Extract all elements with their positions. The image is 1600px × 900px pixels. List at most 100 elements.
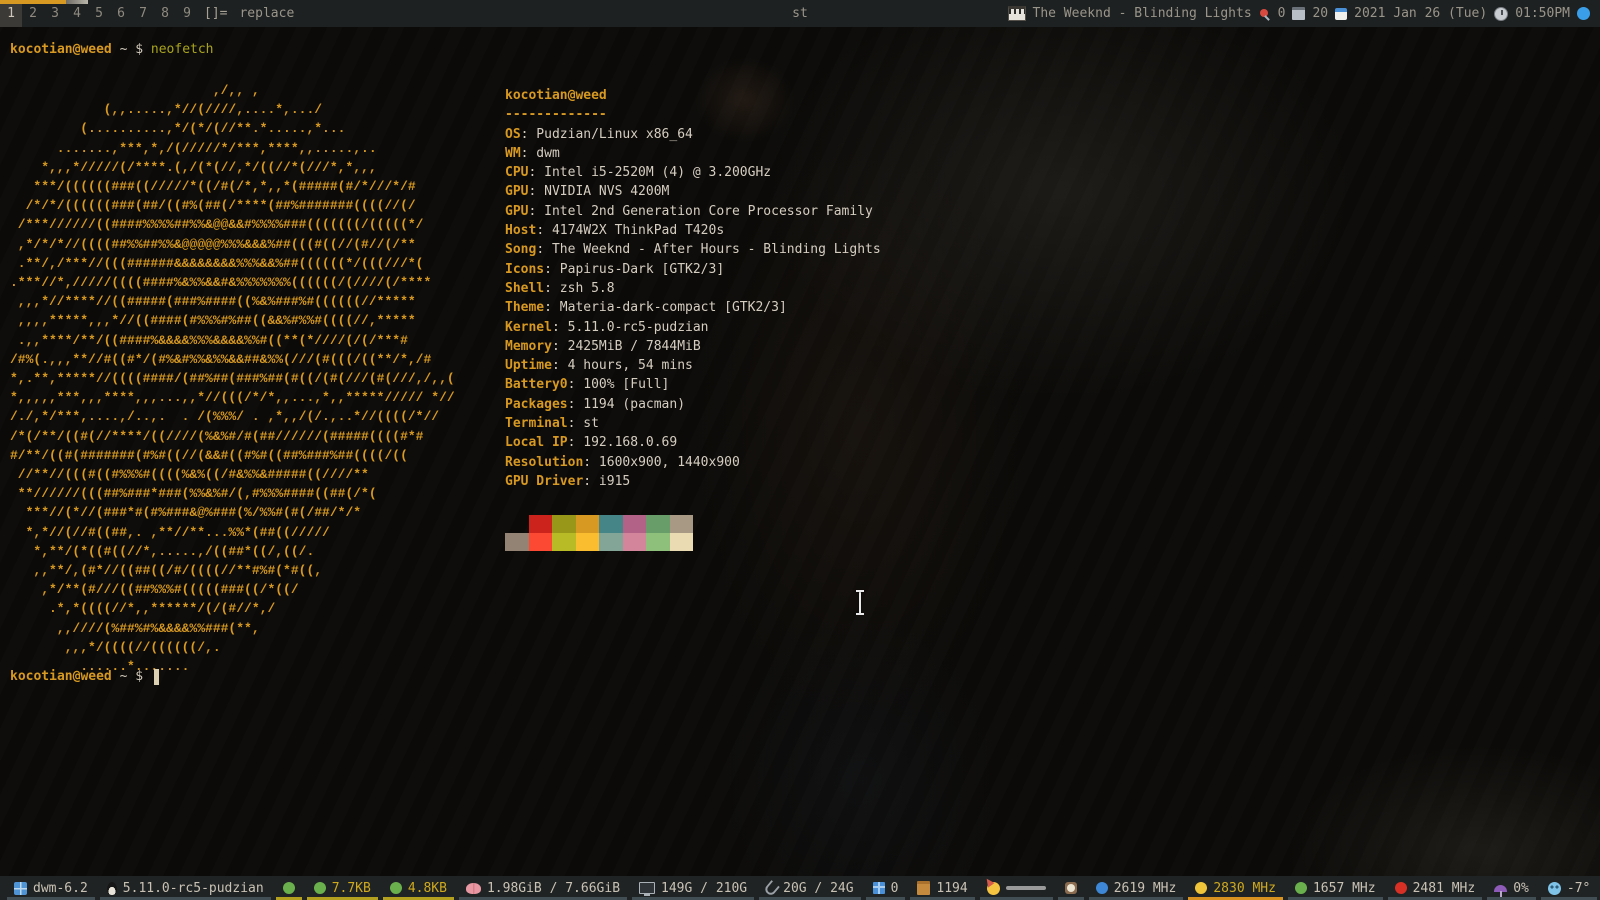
neofetch-value: : 1600x900, 1440x900 [583,455,740,470]
neofetch-entry: Resolution: 1600x900, 1440x900 [505,453,881,472]
module-dwm-version: dwm-6.2 [6,876,96,900]
palette-block [623,533,647,551]
neofetch-label: GPU Driver [505,474,583,489]
piano-icon [1008,6,1026,21]
module-temp-low: -7° [1540,876,1598,900]
icon-dot-blue [1096,882,1108,894]
neofetch-entry: Theme: Materia-dark-compact [GTK2/3] [505,298,881,317]
neofetch-value: : NVIDIA NVS 4200M [528,184,669,199]
neofetch-label: Battery0 [505,377,568,392]
neofetch-value: : 4 hours, 54 mins [552,358,693,373]
palette-block [529,515,553,533]
module-updates: 0 [865,876,907,900]
neofetch-label: Shell [505,281,544,296]
workspace-tag-3[interactable]: 3 [44,0,66,27]
neofetch-value: : i915 [583,474,630,489]
palette-block [552,515,576,533]
prompt-symbol: ~ $ [112,667,151,686]
module-rain-chance: 0% [1486,876,1537,900]
module-value: 20G / 24G [783,881,853,896]
neofetch-label: Local IP [505,435,568,450]
neofetch-value: : 4174W2X ThinkPad T420s [536,223,724,238]
prompt-line-2[interactable]: kocotian@weed ~ $ [10,667,159,686]
neofetch-value: : Papirus-Dark [GTK2/3] [544,262,724,277]
module-value: 2481 MHz [1413,881,1476,896]
palette-block [505,515,529,533]
icon-watch [1065,882,1077,894]
module-cpu1-freq: 2830 MHz [1187,876,1284,900]
neofetch-label: GPU [505,204,528,219]
neofetch-entry: OS: Pudzian/Linux x86_64 [505,125,881,144]
neofetch-entry: Kernel: 5.11.0-rc5-pudzian [505,318,881,337]
palette-block [576,515,600,533]
palette-block [646,533,670,551]
neofetch-entry: Song: The Weeknd - After Hours - Blindin… [505,240,881,259]
neofetch-value: : 1194 (pacman) [568,397,685,412]
module-net-down: 7.7KB [306,876,379,900]
tag-label: 8 [161,6,169,21]
neofetch-value: : Pudzian/Linux x86_64 [521,127,693,142]
palette-block [529,533,553,551]
tag-indicator [66,0,88,4]
time-text: 01:50PM [1515,6,1570,21]
calendar-icon [1335,8,1347,20]
icon-gift [873,882,885,894]
icon-dot-green2 [1295,882,1307,894]
icon-coldface [1548,882,1561,895]
open-windows-count: 20 [1312,6,1328,21]
workspace-tag-7[interactable]: 7 [132,0,154,27]
module-value: 0 [891,881,899,896]
workspace-tag-2[interactable]: 2 [22,0,44,27]
workspace-tag-6[interactable]: 6 [110,0,132,27]
icon-dot-green [314,882,326,894]
desktop: { "topbar": { "tags": [ {"label": "1", "… [0,0,1600,900]
module-memory: 1.98GiB / 7.66GiB [458,876,628,900]
neofetch-value: : The Weeknd - After Hours - Blinding Li… [536,242,880,257]
palette-block [599,533,623,551]
palette-block [505,533,529,551]
palette-block [670,515,694,533]
workspace-tag-5[interactable]: 5 [88,0,110,27]
bottom-status-bar: dwm-6.25.11.0-rc5-pudzian7.7KB4.8KB1.98G… [0,876,1600,900]
workspace-tag-9[interactable]: 9 [176,0,198,27]
prompt-user: kocotian@weed [10,667,112,686]
text-cursor [154,669,159,685]
module-watch [1057,876,1085,900]
tag-label: 2 [29,6,37,21]
neofetch-label: Uptime [505,358,552,373]
palette-block [623,515,647,533]
tag-label: 4 [73,6,81,21]
module-value: 0% [1513,881,1529,896]
module-value: 5.11.0-rc5-pudzian [123,881,264,896]
neofetch-entry: Memory: 2425MiB / 7844MiB [505,337,881,356]
neofetch-label: Icons [505,262,544,277]
neofetch-entries: OS: Pudzian/Linux x86_64WM: dwmCPU: Inte… [505,125,881,492]
icon-dot-green [390,882,402,894]
workspace-tag-8[interactable]: 8 [154,0,176,27]
top-status-bar: 123456789 []= replace st The Weeknd - Bl… [0,0,1600,27]
workspace-tag-4[interactable]: 4 [66,0,88,27]
palette-block [670,533,694,551]
palette-row-1 [505,515,693,533]
icon-dot-green [283,882,295,894]
neofetch-label: Theme [505,300,544,315]
neofetch-entry: CPU: Intel i5-2520M (4) @ 3.200GHz [505,163,881,182]
icon-party [987,882,1000,895]
layout-symbol[interactable]: []= [204,6,227,21]
command-text: neofetch [151,40,214,59]
tag-indicator [44,0,66,4]
neofetch-value: : st [568,416,599,431]
neofetch-value: : dwm [521,146,560,161]
module-packages: 1194 [909,876,975,900]
prompt-line-1: kocotian@weed ~ $ neofetch [10,40,214,59]
date-text: 2021 Jan 26 (Tue) [1354,6,1487,21]
icon-box [917,881,930,895]
neofetch-entry: GPU Driver: i915 [505,472,881,491]
topbar-status: The Weeknd - Blinding Lights 0 20 2021 J… [1008,6,1600,21]
tag-label: 7 [139,6,147,21]
neofetch-label: Song [505,242,536,257]
terminal-window[interactable]: kocotian@weed ~ $ neofetch ,/,, , (,,...… [0,27,1600,876]
module-value: 1.98GiB / 7.66GiB [487,881,620,896]
tag-label: 6 [117,6,125,21]
workspace-tag-1[interactable]: 1 [0,0,22,27]
